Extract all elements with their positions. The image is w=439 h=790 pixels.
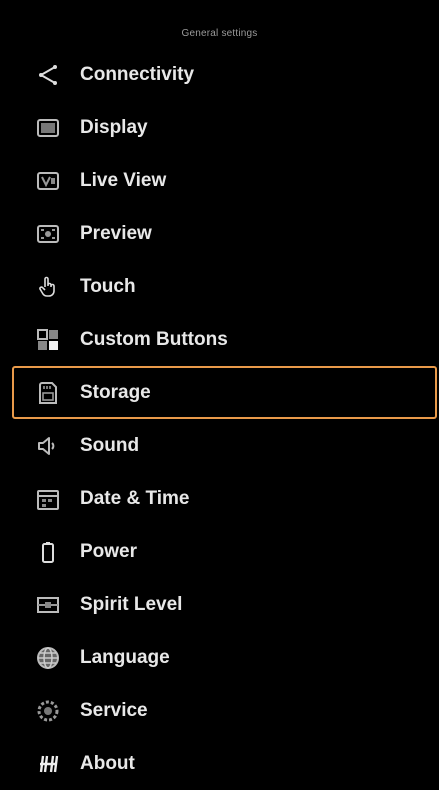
menu-item-touch[interactable]: Touch bbox=[0, 260, 439, 313]
page-title: General settings bbox=[181, 28, 258, 39]
menu-item-label: Date & Time bbox=[80, 487, 190, 509]
menu-item-label: Language bbox=[80, 646, 170, 668]
menu-item-label: Sound bbox=[80, 434, 140, 456]
menu-item-label: Service bbox=[80, 699, 148, 721]
globe-icon bbox=[34, 644, 62, 672]
live-view-icon bbox=[34, 167, 62, 195]
menu-item-live-view[interactable]: Live View bbox=[0, 154, 439, 207]
storage-icon bbox=[34, 379, 62, 407]
menu-item-about[interactable]: About bbox=[0, 737, 439, 790]
menu-item-label: Power bbox=[80, 540, 138, 562]
menu-item-date-time[interactable]: Date & Time bbox=[0, 472, 439, 525]
preview-icon bbox=[34, 220, 62, 248]
menu-item-sound[interactable]: Sound bbox=[0, 419, 439, 472]
about-icon bbox=[34, 750, 62, 778]
settings-menu: Connectivity Display Live View Preview T… bbox=[0, 48, 439, 790]
spirit-level-icon bbox=[34, 591, 62, 619]
share-icon bbox=[34, 61, 62, 89]
menu-item-label: Connectivity bbox=[80, 63, 195, 85]
menu-item-display[interactable]: Display bbox=[0, 101, 439, 154]
menu-item-label: Preview bbox=[80, 222, 152, 244]
speaker-icon bbox=[34, 432, 62, 460]
menu-item-label: Custom Buttons bbox=[80, 328, 228, 350]
touch-icon bbox=[34, 273, 62, 301]
menu-item-custom-buttons[interactable]: Custom Buttons bbox=[0, 313, 439, 366]
menu-item-power[interactable]: Power bbox=[0, 525, 439, 578]
display-icon bbox=[34, 114, 62, 142]
menu-item-service[interactable]: Service bbox=[0, 684, 439, 737]
menu-item-spirit-level[interactable]: Spirit Level bbox=[0, 578, 439, 631]
menu-item-label: Touch bbox=[80, 275, 136, 297]
custom-buttons-icon bbox=[34, 326, 62, 354]
battery-icon bbox=[34, 538, 62, 566]
service-icon bbox=[34, 697, 62, 725]
menu-item-label: Live View bbox=[80, 169, 167, 191]
menu-item-label: Spirit Level bbox=[80, 593, 183, 615]
menu-item-label: About bbox=[80, 752, 135, 774]
menu-item-preview[interactable]: Preview bbox=[0, 207, 439, 260]
menu-item-label: Display bbox=[80, 116, 148, 138]
menu-item-language[interactable]: Language bbox=[0, 631, 439, 684]
menu-item-storage[interactable]: Storage bbox=[12, 366, 437, 419]
calendar-icon bbox=[34, 485, 62, 513]
menu-item-connectivity[interactable]: Connectivity bbox=[0, 48, 439, 101]
menu-item-label: Storage bbox=[80, 381, 151, 403]
